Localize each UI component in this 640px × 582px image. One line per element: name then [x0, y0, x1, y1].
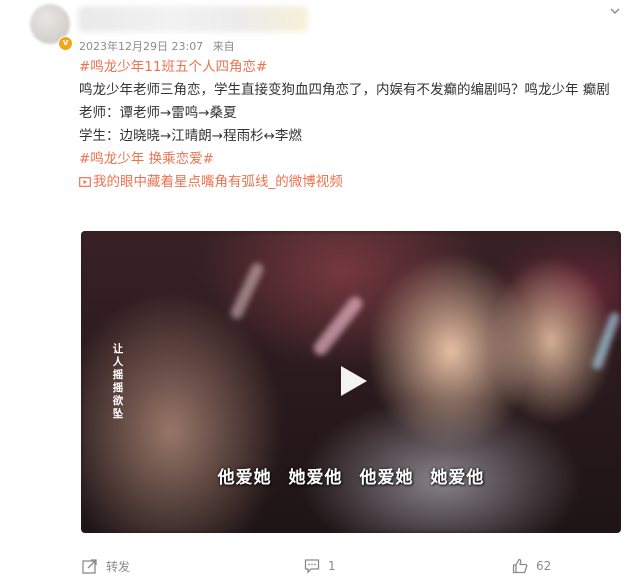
post-content: #鸣龙少年11班五个人四角恋# 鸣龙少年老师三角恋，学生直接变狗血四角恋了，内娱… — [79, 56, 624, 194]
blurred-username[interactable] — [78, 6, 308, 32]
post-actions: 转发 1 62 — [0, 548, 640, 582]
repost-label: 转发 — [106, 559, 131, 574]
video-link-icon — [79, 177, 91, 187]
verified-badge-icon: v — [58, 36, 73, 51]
play-icon[interactable] — [335, 363, 371, 399]
like-count: 62 — [536, 559, 552, 573]
repost-icon — [82, 559, 97, 574]
vertical-caption: 让人摇摇欲坠 — [112, 343, 124, 420]
post-text: 鸣龙少年老师三角恋，学生直接变狗血四角恋了，内娱有不发癫的编剧吗？鸣龙少年 癫剧 — [79, 82, 610, 98]
teachers-line: 老师：谭老师→雷鸣→桑夏 — [79, 105, 237, 121]
hashtag-link[interactable]: #鸣龙少年11班五个人四角恋# — [79, 59, 267, 75]
comment-button[interactable]: 1 — [304, 556, 336, 576]
post-meta: 2023年12月29日 23:07 来自 — [79, 38, 241, 54]
video-subtitle: 他爱她 她爱他 他爱她 她爱他 — [217, 468, 485, 488]
repost-button[interactable]: 转发 — [82, 556, 130, 576]
video-player[interactable]: 让人摇摇欲坠 他爱她 她爱他 他爱她 她爱他 — [81, 231, 621, 533]
students-line: 学生：边晓晓→江晴朗→程雨杉↔李燃 — [79, 128, 302, 144]
hashtag-link[interactable]: #鸣龙少年 换乘恋爱# — [79, 151, 214, 167]
source-label: 来自 — [212, 40, 235, 53]
video-link-text[interactable]: 我的眼中藏着星点嘴角有弧线_的微博视频 — [93, 174, 343, 190]
comment-icon — [304, 559, 320, 574]
timestamp[interactable]: 2023年12月29日 23:07 — [79, 40, 203, 53]
like-button[interactable]: 62 — [512, 556, 551, 576]
chevron-down-icon[interactable] — [610, 6, 620, 16]
video-link[interactable]: 我的眼中藏着星点嘴角有弧线_的微博视频 — [79, 171, 624, 194]
comment-count: 1 — [328, 559, 336, 573]
post-header: v 2023年12月29日 23:07 来自 — [0, 0, 640, 62]
like-icon — [512, 558, 528, 574]
